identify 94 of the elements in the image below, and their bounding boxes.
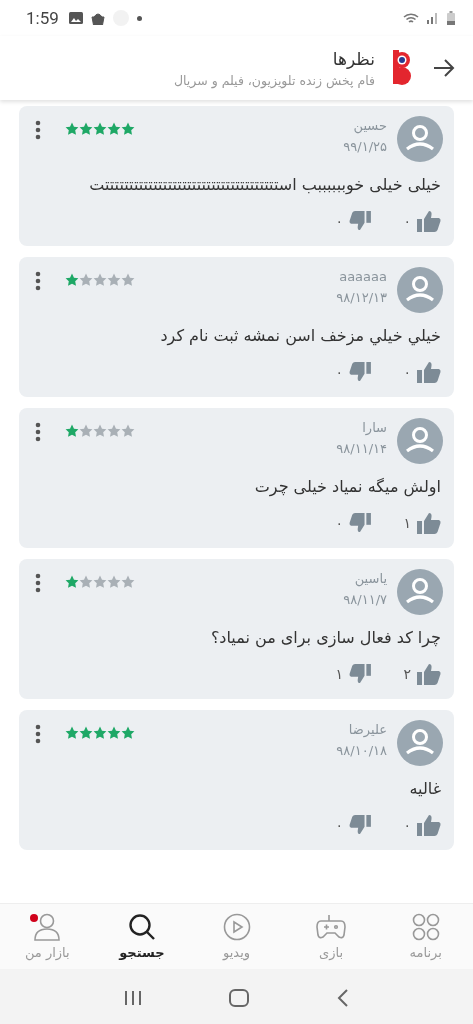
star-icon bbox=[93, 575, 107, 589]
thumbs-up-icon[interactable] bbox=[417, 663, 441, 685]
star-icon bbox=[79, 122, 93, 136]
review-text: غالیه bbox=[408, 778, 441, 800]
dislike-count: ۰ bbox=[334, 364, 343, 380]
battery-icon bbox=[447, 11, 455, 25]
star-icon bbox=[65, 273, 79, 287]
avatar-icon bbox=[397, 116, 443, 162]
nav-tab[interactable]: بازی bbox=[283, 904, 379, 969]
search-icon bbox=[127, 913, 156, 941]
star-icon bbox=[65, 575, 79, 589]
star-icon bbox=[79, 273, 93, 287]
review-date: ۹۸/۱۱/۱۴ bbox=[336, 441, 387, 456]
basket-icon bbox=[90, 11, 105, 25]
thumbs-up-icon[interactable] bbox=[417, 361, 441, 383]
back-nav-button[interactable] bbox=[337, 988, 350, 1007]
gamepad-icon bbox=[316, 913, 347, 941]
avatar-icon bbox=[397, 267, 443, 313]
star-icon bbox=[121, 273, 135, 287]
thumbs-down-icon[interactable] bbox=[349, 815, 371, 835]
thumbs-up-icon[interactable] bbox=[417, 814, 441, 836]
reviewer-name: حسین bbox=[353, 118, 387, 133]
star-icon bbox=[93, 122, 107, 136]
page-title: نظرها bbox=[331, 48, 375, 69]
reviewer-name: سارا bbox=[362, 420, 387, 435]
more-menu-icon[interactable] bbox=[35, 724, 41, 744]
wifi-icon bbox=[403, 11, 419, 25]
star-icon bbox=[65, 726, 79, 740]
like-count: ۱ bbox=[402, 515, 411, 531]
apps-grid-icon bbox=[411, 913, 440, 941]
clock-time: 1:59 bbox=[26, 8, 59, 28]
review-text: اولش میگه نمیاد خیلی چرت bbox=[253, 476, 441, 499]
star-icon bbox=[107, 726, 121, 740]
star-icon bbox=[107, 424, 121, 438]
home-button[interactable] bbox=[229, 988, 250, 1007]
star-icon bbox=[121, 575, 135, 589]
star-icon bbox=[65, 424, 79, 438]
more-menu-icon[interactable] bbox=[35, 422, 41, 442]
review-text: چرا کد فعال سازی برای من نمیاد؟ bbox=[209, 627, 441, 650]
star-icon bbox=[79, 424, 93, 438]
nav-tab[interactable]: ویدیو bbox=[189, 904, 284, 969]
thumbs-down-icon[interactable] bbox=[349, 664, 371, 684]
dislike-count: ۱ bbox=[334, 666, 343, 682]
like-count: ۲ bbox=[402, 666, 411, 682]
star-icon bbox=[121, 726, 135, 740]
person-icon bbox=[34, 913, 61, 941]
star-icon bbox=[121, 424, 135, 438]
star-icon bbox=[107, 575, 121, 589]
play-circle-icon bbox=[222, 913, 251, 941]
review-date: ۹۸/۱۲/۱۳ bbox=[336, 290, 387, 305]
nav-tab[interactable]: برنامه bbox=[378, 904, 473, 969]
more-menu-icon[interactable] bbox=[35, 573, 41, 593]
back-button[interactable] bbox=[433, 59, 455, 77]
review-text: خیلی خیلی خوببببببب استتتتتتتتتتتتتتتتتتتتتتتتتتتتتتتتتتتتت bbox=[88, 174, 441, 196]
nav-tab[interactable]: بازار من bbox=[0, 904, 95, 969]
star-icon bbox=[79, 726, 93, 740]
review-text: خيلي خيلي مزخف اسن نمشه ثبت نام کرد bbox=[159, 325, 441, 348]
thumbs-up-icon[interactable] bbox=[417, 210, 441, 232]
avatar-icon bbox=[397, 720, 443, 766]
thumbs-up-icon[interactable] bbox=[417, 512, 441, 534]
review-date: ۹۸/۱۱/۷ bbox=[343, 592, 387, 607]
star-icon bbox=[79, 575, 93, 589]
signal-icon bbox=[427, 12, 439, 24]
gallery-icon bbox=[68, 12, 83, 24]
avatar-icon bbox=[397, 569, 443, 615]
thumbs-down-icon[interactable] bbox=[349, 513, 371, 533]
more-notifications-icon bbox=[136, 15, 142, 21]
thumbs-down-icon[interactable] bbox=[349, 211, 371, 231]
reviewer-name: aaaaaa bbox=[339, 269, 387, 284]
star-icon bbox=[121, 122, 135, 136]
reviewer-name: علیرضا bbox=[348, 722, 387, 737]
star-icon bbox=[93, 726, 107, 740]
dislike-count: ۰ bbox=[334, 817, 343, 833]
star-icon bbox=[93, 424, 107, 438]
like-count: ۰ bbox=[402, 817, 411, 833]
review-date: ۹۸/۱۰/۱۸ bbox=[336, 743, 387, 758]
like-count: ۰ bbox=[402, 364, 411, 380]
avatar-icon bbox=[397, 418, 443, 464]
thumbs-down-icon[interactable] bbox=[349, 362, 371, 382]
app-subtitle: فام پخش زنده تلویزیون، فیلم و سریال bbox=[173, 72, 375, 88]
star-icon bbox=[107, 273, 121, 287]
dislike-count: ۰ bbox=[334, 515, 343, 531]
star-icon bbox=[65, 122, 79, 136]
more-menu-icon[interactable] bbox=[35, 120, 41, 140]
more-menu-icon[interactable] bbox=[35, 271, 41, 291]
star-icon bbox=[93, 273, 107, 287]
star-icon bbox=[107, 122, 121, 136]
like-count: ۰ bbox=[402, 213, 411, 229]
recent-apps-button[interactable] bbox=[123, 989, 142, 1006]
nav-tab[interactable]: جستجو bbox=[94, 904, 190, 969]
review-date: ۹۹/۱/۲۵ bbox=[343, 139, 387, 154]
reviewer-name: یاسین bbox=[354, 571, 387, 586]
app-logo-icon bbox=[391, 50, 413, 86]
dislike-count: ۰ bbox=[334, 213, 343, 229]
